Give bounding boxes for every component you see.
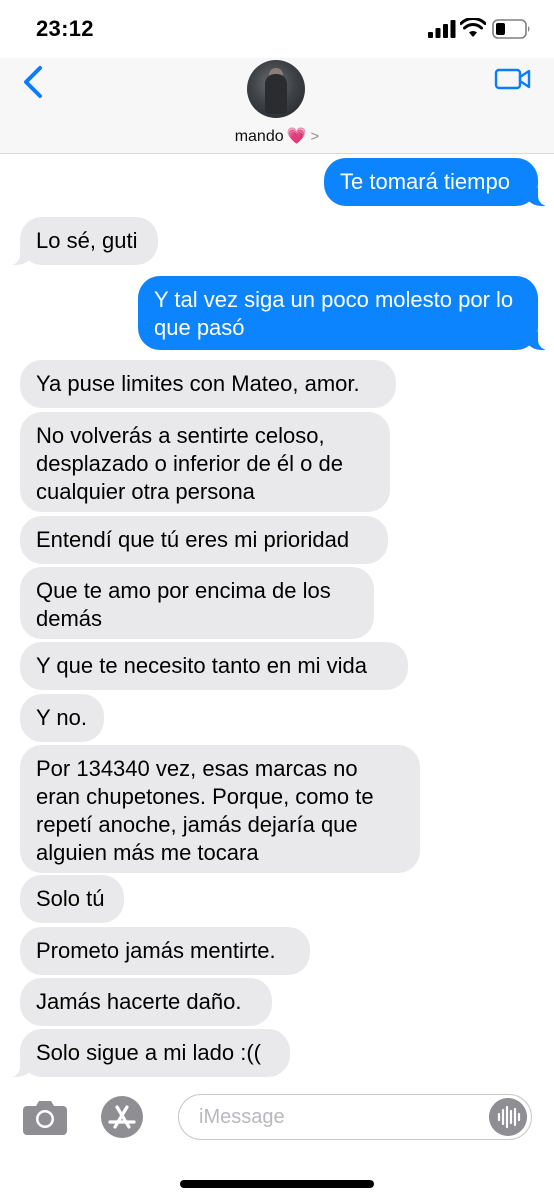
audio-waveform-icon[interactable] bbox=[489, 1098, 527, 1136]
message-bubble-received[interactable]: Ya puse limites con Mateo, amor. bbox=[20, 360, 396, 408]
message-bubble-received[interactable]: Por 134340 vez, esas marcas no eran chup… bbox=[20, 745, 420, 873]
status-time: 23:12 bbox=[36, 16, 94, 41]
video-camera-icon[interactable] bbox=[494, 64, 532, 94]
contact-name: mando bbox=[234, 128, 284, 145]
message-input-placeholder: iMessage bbox=[199, 1106, 285, 1128]
message-bubble-received[interactable]: Prometo jamás mentirte. bbox=[20, 927, 310, 975]
message-bubble-sent[interactable]: Y tal vez siga un poco molesto por lo qu… bbox=[138, 276, 550, 350]
message-bubble-received[interactable]: Jamás hacerte daño. bbox=[20, 978, 272, 1026]
message-bubble-sent[interactable]: Te tomará tiempo bbox=[324, 158, 550, 206]
camera-icon[interactable] bbox=[22, 1098, 68, 1136]
app-store-icon[interactable] bbox=[96, 1095, 148, 1139]
message-bubble-received[interactable]: No volverás a sentirte celoso, desplazad… bbox=[20, 412, 390, 512]
signal-icon bbox=[428, 20, 456, 38]
heart-emoji: 💗 bbox=[286, 128, 307, 145]
message-bubble-received[interactable]: Que te amo por encima de los demás bbox=[20, 567, 374, 639]
back-chevron-icon[interactable] bbox=[18, 62, 48, 102]
message-bubble-received[interactable]: Solo tú bbox=[20, 875, 124, 923]
home-indicator[interactable] bbox=[180, 1180, 374, 1188]
avatar-figure bbox=[265, 74, 287, 114]
message-input[interactable]: iMessage bbox=[178, 1094, 532, 1140]
status-bar: 23:12 bbox=[0, 0, 554, 58]
chevron-right-icon: > bbox=[310, 128, 320, 145]
wifi-icon bbox=[460, 18, 486, 37]
message-bubble-received[interactable]: Entendí que tú eres mi prioridad bbox=[20, 516, 388, 564]
message-bubble-received[interactable]: Y no. bbox=[20, 694, 104, 742]
compose-bar: iMessage bbox=[0, 1085, 554, 1155]
message-bubble-received[interactable]: Lo sé, guti bbox=[8, 217, 158, 265]
message-bubble-received[interactable]: Y que te necesito tanto en mi vida bbox=[20, 642, 408, 690]
battery-icon bbox=[492, 19, 530, 39]
contact-avatar[interactable] bbox=[247, 60, 305, 118]
conversation-header: mando 💗 > bbox=[0, 58, 554, 154]
contact-name-row[interactable]: mando 💗 > bbox=[0, 126, 554, 146]
message-bubble-received[interactable]: Solo sigue a mi lado :(( bbox=[8, 1029, 290, 1077]
message-list[interactable]: Te tomará tiempo Lo sé, guti Y tal vez s… bbox=[0, 154, 554, 1079]
